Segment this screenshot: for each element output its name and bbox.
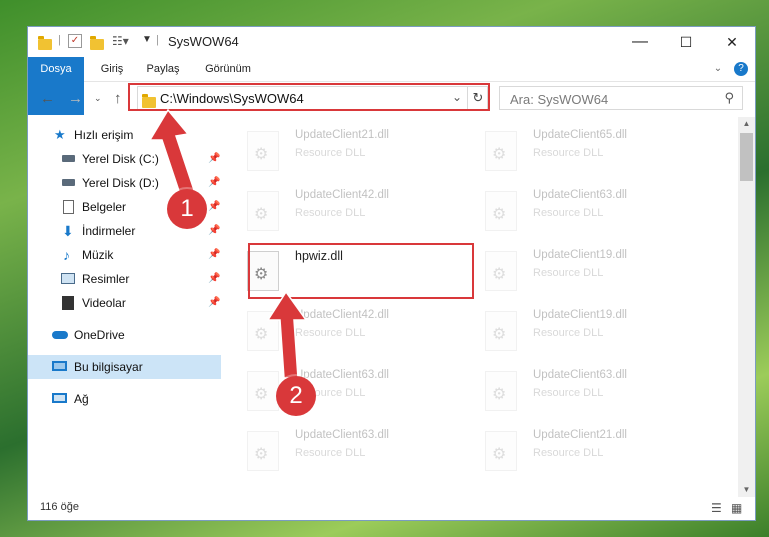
annotation-arrows bbox=[148, 108, 308, 379]
arrow-2 bbox=[266, 290, 308, 379]
step-badge-1: 1 bbox=[167, 189, 207, 229]
step-badge-2: 2 bbox=[276, 376, 316, 416]
arrow-1 bbox=[148, 108, 197, 201]
